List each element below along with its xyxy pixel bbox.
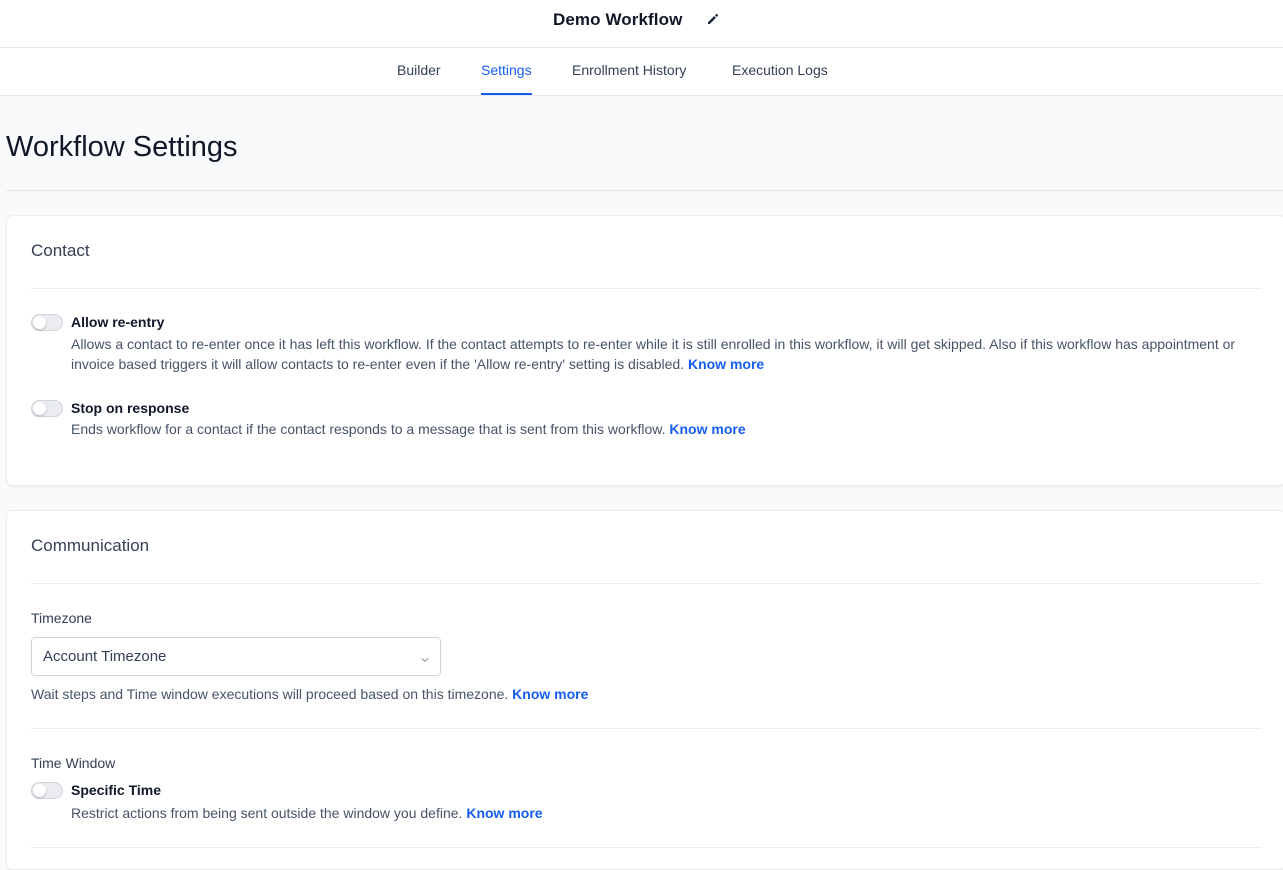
allow-reentry-description: Allows a contact to re-enter once it has… — [71, 334, 1241, 374]
top-bar: Demo Workflow — [0, 0, 1283, 48]
communication-section-title: Communication — [31, 536, 150, 555]
contact-section-title: Contact — [31, 241, 90, 260]
stop-on-response-description-text: Ends workflow for a contact if the conta… — [71, 421, 666, 437]
tab-settings[interactable]: Settings — [481, 48, 532, 95]
edit-title-button[interactable] — [704, 12, 722, 30]
timezone-know-more-link[interactable]: Know more — [512, 686, 588, 702]
communication-card: Communication Timezone Account Timezone … — [6, 510, 1283, 870]
section-divider — [31, 728, 1262, 729]
page-title: Workflow Settings — [6, 131, 238, 163]
allow-reentry-know-more-link[interactable]: Know more — [688, 356, 764, 372]
allow-reentry-description-text: Allows a contact to re-enter once it has… — [71, 336, 1236, 372]
chevron-down-icon — [420, 652, 430, 670]
section-divider — [31, 847, 1262, 848]
pencil-icon — [706, 12, 720, 31]
stop-on-response-toggle[interactable] — [31, 400, 63, 417]
toggle-knob — [33, 316, 46, 329]
stop-on-response-description: Ends workflow for a contact if the conta… — [71, 419, 1241, 439]
stop-on-response-know-more-link[interactable]: Know more — [669, 421, 745, 437]
contact-card: Contact Allow re-entry Allows a contact … — [6, 215, 1283, 486]
timezone-select[interactable]: Account Timezone — [31, 637, 441, 676]
timezone-selected-value: Account Timezone — [43, 648, 167, 665]
allow-reentry-label: Allow re-entry — [71, 314, 165, 330]
tab-enrollment-history[interactable]: Enrollment History — [572, 48, 686, 95]
specific-time-label: Specific Time — [71, 782, 162, 798]
timezone-help: Wait steps and Time window executions wi… — [31, 684, 588, 704]
allow-reentry-toggle[interactable] — [31, 314, 63, 331]
tab-builder[interactable]: Builder — [397, 48, 441, 95]
tab-bar: Builder Settings Enrollment History Exec… — [0, 48, 1283, 96]
timezone-label: Timezone — [31, 610, 92, 626]
toggle-knob — [33, 402, 46, 415]
section-divider — [31, 583, 1262, 584]
toggle-knob — [33, 784, 46, 797]
stop-on-response-label: Stop on response — [71, 400, 190, 416]
specific-time-description-text: Restrict actions from being sent outside… — [71, 805, 463, 821]
timezone-help-text: Wait steps and Time window executions wi… — [31, 686, 509, 702]
specific-time-know-more-link[interactable]: Know more — [466, 805, 542, 821]
workflow-title[interactable]: Demo Workflow — [553, 9, 682, 31]
title-divider — [6, 190, 1283, 191]
specific-time-description: Restrict actions from being sent outside… — [71, 803, 1241, 823]
time-window-label: Time Window — [31, 755, 116, 771]
tab-execution-logs[interactable]: Execution Logs — [732, 48, 828, 95]
section-divider — [31, 288, 1262, 289]
specific-time-toggle[interactable] — [31, 782, 63, 799]
